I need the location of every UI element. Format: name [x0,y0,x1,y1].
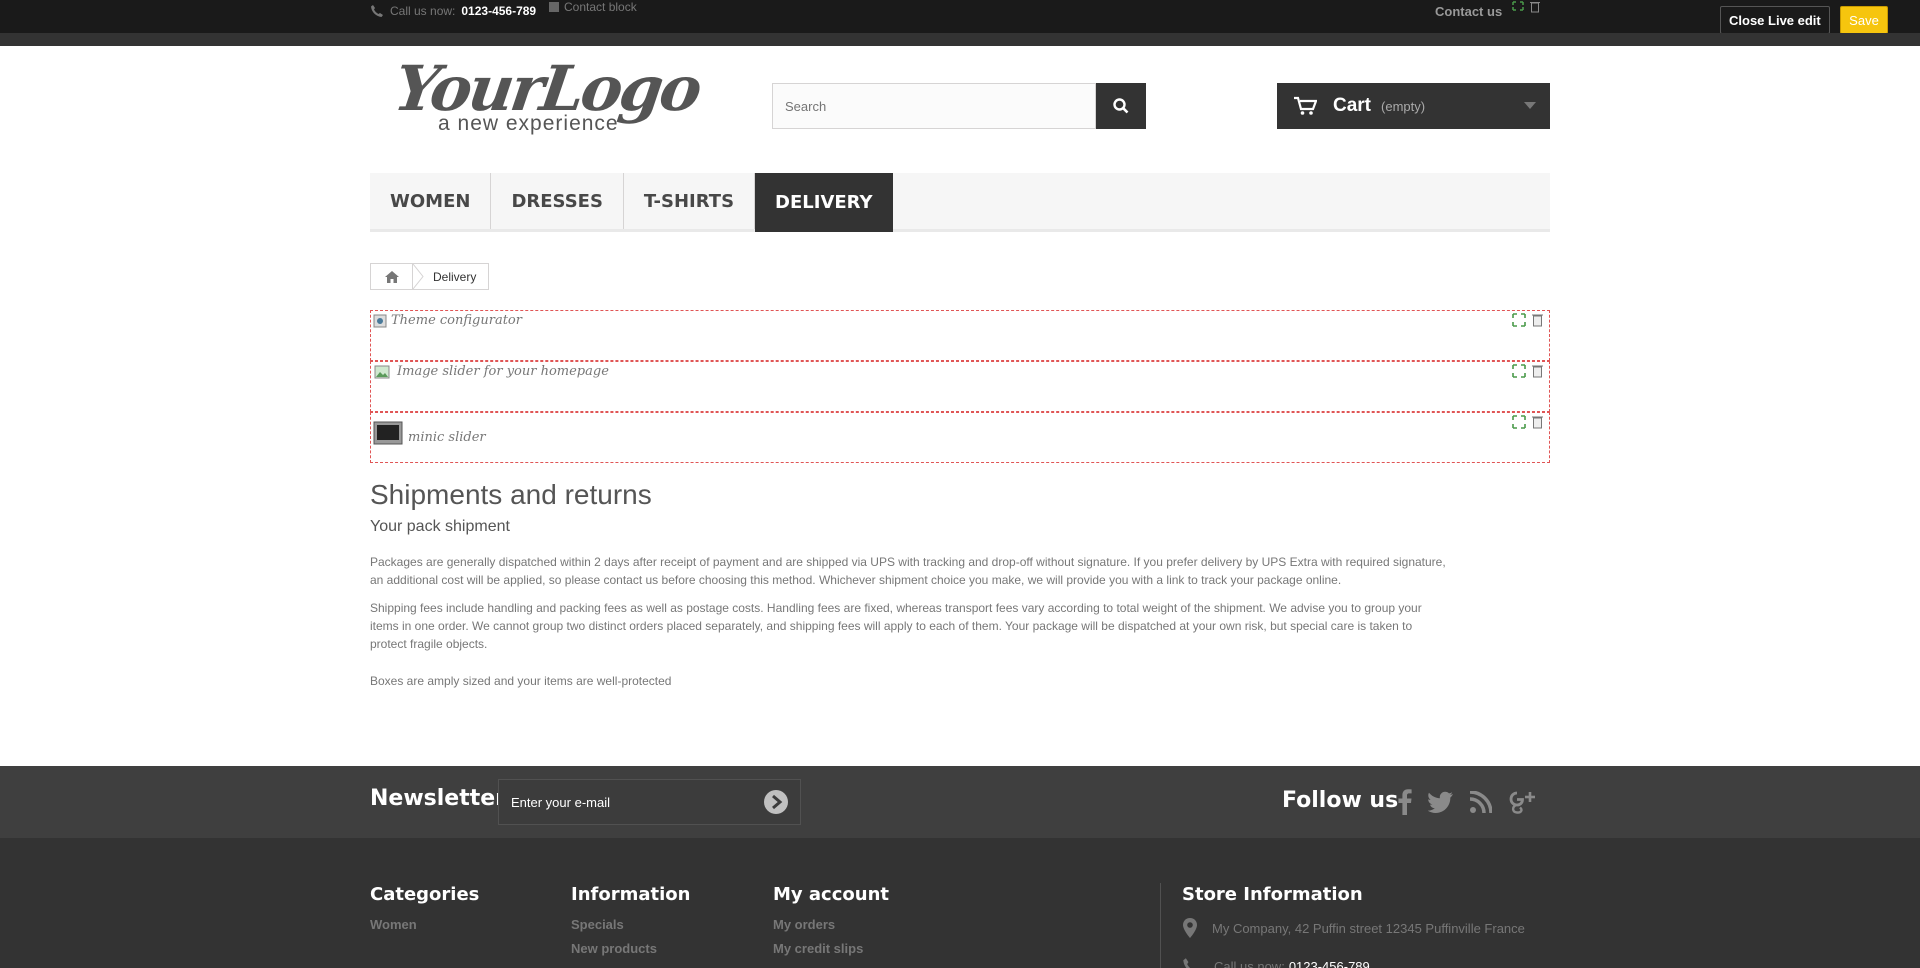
search-button[interactable] [1096,83,1146,129]
paragraph-line: Packages are generally dispatched within… [370,555,1446,569]
paragraph-line: an additional cost will be applied, so p… [370,573,1342,587]
store-call-number: 0123-456-789 [1288,958,1370,968]
social-links [1398,789,1536,815]
search-input[interactable] [772,83,1096,129]
phone-icon [370,4,384,18]
footer [0,838,1920,968]
menu-item-women[interactable]: WOMEN [370,173,492,229]
module-icon [548,1,560,13]
paragraph-line: protect fragile objects. [370,637,488,651]
module-tools [1512,364,1543,378]
paragraph-1: Packages are generally dispatched within… [370,553,1550,589]
module-name: Image slider for your homepage [397,364,609,379]
paragraph-line: items in one order. We cannot group two … [370,619,1413,633]
trash-icon[interactable] [1532,364,1543,378]
move-icon[interactable] [1512,1,1524,13]
footer-heading: My account [773,884,889,905]
facebook-icon[interactable] [1398,789,1412,815]
footer-my-account: My account My orders My credit slips [773,884,889,965]
cart-block[interactable]: Cart (empty) [1277,83,1550,129]
module-name: minic slider [408,430,486,445]
newsletter-band [0,766,1920,838]
arrow-right-circle-icon [763,789,789,815]
store-phone: Call us now: 0123-456-789 [1182,957,1525,968]
twitter-icon[interactable] [1428,791,1454,813]
store-call-label: Call us now: [1214,958,1285,968]
call-us: Call us now: 0123-456-789 [370,4,536,18]
chevron-down-icon[interactable] [1524,102,1536,110]
top-nav-bar: Call us now: 0123-456-789 Contact block … [0,0,1920,34]
page-title: Shipments and returns [370,479,652,510]
main-menu: WOMEN DRESSES T-SHIRTS DELIVERY [370,173,1550,232]
follow-us-title: Follow us [1282,788,1399,813]
call-us-number: 0123-456-789 [461,4,537,18]
live-edit-module-image-slider[interactable]: Image slider for your homepage [370,361,1550,412]
breadcrumb-home[interactable] [371,264,413,289]
live-edit-module-minic-slider[interactable]: minic slider [370,412,1550,463]
footer-store-information: Store Information My Company, 42 Puffin … [1182,884,1525,968]
home-icon [384,270,400,284]
footer-link-new-products[interactable]: New products [571,941,690,956]
map-marker-icon [1182,917,1198,939]
google-plus-icon[interactable] [1508,789,1536,815]
trash-icon[interactable] [1530,1,1540,13]
search-icon [1113,98,1129,114]
contact-us-link[interactable]: Contact us [1435,4,1502,19]
image-slider-icon [374,365,390,379]
trash-icon[interactable] [1532,313,1543,327]
breadcrumb: Delivery [370,263,490,290]
search-form [772,83,1146,129]
newsletter-email-input[interactable]: Enter your e-mail [498,779,801,825]
move-icon[interactable] [1512,313,1526,327]
topbar-strip [0,33,1920,46]
newsletter-title: Newsletter [370,786,507,811]
cart-icon [1293,96,1317,116]
footer-heading: Information [571,884,691,905]
theme-configurator-icon [373,314,387,328]
footer-link-my-credit-slips[interactable]: My credit slips [773,941,889,956]
footer-divider [1160,883,1161,968]
rss-icon[interactable] [1470,791,1492,813]
footer-link-my-orders[interactable]: My orders [773,917,889,932]
menu-item-dresses[interactable]: DRESSES [491,173,624,229]
minic-slider-icon [373,421,403,445]
topbar-module-tools [1512,1,1540,13]
logo-tagline: a new experience [438,112,619,135]
trash-icon[interactable] [1532,415,1543,429]
store-address-text: My Company, 42 Puffin street 12345 Puffi… [1212,920,1525,936]
cart-label: Cart [1333,95,1372,116]
page-subtitle: Your pack shipment [370,518,510,535]
footer-heading: Store Information [1182,884,1363,905]
footer-link-specials[interactable]: Specials [571,917,690,932]
module-name: Theme configurator [391,313,522,328]
menu-item-delivery[interactable]: DELIVERY [755,173,893,232]
footer-categories: Categories Women [370,884,479,941]
live-edit-module-theme-configurator[interactable]: Theme configurator [370,310,1550,361]
contact-block-label: Contact block [564,0,637,14]
cart-status: (empty) [1381,98,1426,114]
paragraph-line: Shipping fees include handling and packi… [370,601,1422,615]
paragraph-2: Shipping fees include handling and packi… [370,599,1550,653]
contact-block-module[interactable]: Contact block [548,0,637,14]
call-us-label: Call us now: [390,4,456,18]
module-tools [1512,415,1543,429]
move-icon[interactable] [1512,364,1526,378]
site-logo[interactable]: YourLogo a new experience [390,52,704,142]
footer-link-women[interactable]: Women [370,917,479,932]
module-tools [1512,313,1543,327]
store-address: My Company, 42 Puffin street 12345 Puffi… [1182,917,1525,939]
save-button[interactable]: Save [1840,6,1888,34]
footer-information: Information Specials New products [571,884,690,965]
menu-item-tshirts[interactable]: T-SHIRTS [624,173,756,229]
close-live-edit-button[interactable]: Close Live edit [1720,6,1830,34]
newsletter-submit-button[interactable] [763,789,789,815]
phone-icon [1182,957,1200,968]
footer-heading: Categories [370,884,480,905]
move-icon[interactable] [1512,415,1526,429]
breadcrumb-separator [413,264,425,289]
paragraph-3: Boxes are amply sized and your items are… [370,674,672,688]
